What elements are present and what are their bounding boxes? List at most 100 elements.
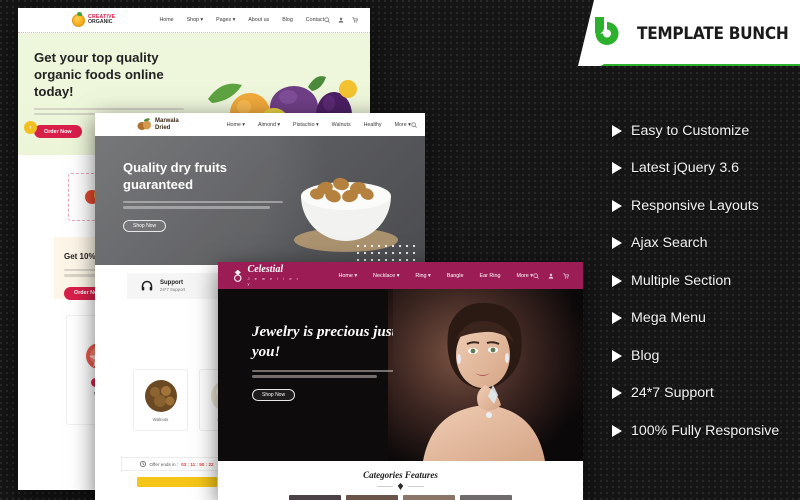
feature-item-2: Responsive Layouts	[612, 193, 800, 218]
organic-menu-item-5[interactable]: Contact	[306, 17, 324, 23]
feature-label-3: Ajax Search	[631, 235, 708, 251]
organic-order-now-button[interactable]: Order Now	[34, 125, 82, 139]
orange-fruit-icon	[72, 11, 85, 27]
cart-icon[interactable]	[563, 272, 569, 279]
feature-list: Easy to Customize Latest jQuery 3.6 Resp…	[612, 118, 800, 456]
dryfruits-promo-bar[interactable]	[137, 477, 217, 487]
category-thumb-2[interactable]	[403, 495, 455, 500]
arrow-right-triangle-icon	[612, 424, 622, 437]
nuts-icon	[137, 118, 151, 130]
cart-icon[interactable]	[352, 17, 359, 23]
jewellery-nav-icons[interactable]	[533, 272, 569, 279]
organic-menu-item-1[interactable]: Shop ▾	[187, 17, 204, 23]
dryfruits-hero-subtext	[123, 200, 283, 209]
dryfruits-logo-line1: Marwala	[155, 117, 179, 124]
organic-menu-item-3[interactable]: About us	[248, 17, 269, 23]
dryfruits-support-sub: 24*7 Support	[160, 287, 186, 292]
dryfruits-product-card-walnuts[interactable]: Walnuts	[133, 369, 188, 431]
arrow-right-triangle-icon	[612, 312, 622, 324]
template-bunch-logo-banner: TEMPLATE BUNCH	[578, 0, 800, 66]
search-icon[interactable]	[411, 121, 417, 128]
dryfruits-menu[interactable]: Home ▾ Almond ▾ Pistachio ▾ Walnuts Heal…	[227, 122, 411, 128]
arrow-right-triangle-icon	[612, 237, 622, 249]
user-icon[interactable]	[548, 273, 554, 279]
dryfruits-shop-now-button[interactable]: Shop Now	[123, 219, 167, 232]
user-icon[interactable]	[338, 17, 344, 23]
dryfruits-menu-item-2[interactable]: Pistachio ▾	[293, 122, 319, 128]
organic-menu-item-2[interactable]: Pages ▾	[216, 17, 235, 23]
screenshot-jewellery-template[interactable]: Celestial J e w e l l e r y Home ▾ Neckl…	[218, 262, 583, 500]
arrow-right-triangle-icon	[612, 199, 622, 212]
dryfruits-logo[interactable]: Marwala Dried	[137, 118, 179, 132]
dryfruits-timer-value: 03 : 11 : 50 : 22	[181, 461, 214, 467]
organic-hero-heading: Get your top quality organic foods onlin…	[34, 50, 164, 99]
diamond-icon	[397, 483, 404, 490]
category-thumb-0[interactable]	[289, 495, 341, 500]
jewellery-menu-item-3[interactable]: Bangle	[447, 273, 464, 279]
feature-item-6: Blog	[612, 343, 800, 368]
almond-bowl-image	[294, 177, 398, 252]
arrow-right-triangle-icon	[612, 124, 622, 137]
dryfruits-product-label-0: Walnuts	[152, 416, 169, 422]
jewellery-menu-item-5[interactable]: More ▾	[517, 273, 534, 279]
jewellery-category-thumbnails[interactable]	[289, 495, 512, 500]
headset-support-icon	[141, 280, 153, 291]
search-icon[interactable]	[324, 17, 330, 23]
organic-menu-item-4[interactable]: Blog	[282, 17, 293, 23]
jewellery-logo[interactable]: Celestial J e w e l l e r y	[232, 265, 300, 286]
feature-label-4: Multiple Section	[631, 272, 732, 289]
jewellery-navbar: Celestial J e w e l l e r y Home ▾ Neckl…	[218, 262, 583, 289]
category-thumb-3[interactable]	[460, 495, 512, 500]
dryfruits-support-text: Support 24*7 Support	[160, 280, 185, 292]
jewellery-logo-line2: J e w e l l e r y	[247, 276, 300, 286]
feature-label-6: Blog	[631, 347, 660, 364]
jewellery-menu-item-0[interactable]: Home ▾	[338, 273, 357, 279]
arrow-right-triangle-icon	[612, 162, 622, 174]
organic-navbar: CREATIVE ORGANIC Home Shop ▾ Pages ▾ Abo…	[18, 8, 370, 33]
template-bunch-logo-icon	[592, 15, 628, 51]
feature-item-1: Latest jQuery 3.6	[612, 156, 800, 181]
jewellery-menu[interactable]: Home ▾ Necklace ▾ Ring ▾ Bangle Ear Ring…	[338, 273, 533, 279]
feature-item-0: Easy to Customize	[612, 118, 800, 143]
feature-label-8: 100% Fully Responsive	[631, 422, 780, 439]
organic-logo[interactable]: CREATIVE ORGANIC	[72, 11, 115, 27]
jewellery-section-title: Categories Features	[363, 470, 438, 480]
dryfruits-menu-item-3[interactable]: Walnuts	[332, 122, 351, 128]
diamond-ring-icon	[234, 269, 242, 282]
organic-logo-line2: ORGANIC	[88, 19, 113, 25]
dryfruits-nav-icons[interactable]	[411, 121, 425, 128]
dryfruits-menu-item-0[interactable]: Home ▾	[227, 122, 245, 128]
organic-menu-item-0[interactable]: Home	[159, 17, 173, 23]
jewellery-menu-item-2[interactable]: Ring ▾	[415, 273, 430, 279]
feature-label-2: Responsive Layouts	[631, 197, 759, 214]
feature-label-5: Mega Menu	[631, 310, 706, 326]
organic-nav-icons[interactable]	[324, 17, 359, 23]
clock-icon	[140, 461, 147, 467]
search-icon[interactable]	[533, 272, 539, 279]
jewellery-menu-item-1[interactable]: Necklace ▾	[373, 273, 399, 279]
jewellery-categories-section: Categories Features	[218, 461, 583, 500]
jewellery-shop-now-button[interactable]: Shop Now	[252, 388, 296, 401]
dryfruits-menu-item-1[interactable]: Almond ▾	[258, 122, 280, 128]
category-thumb-1[interactable]	[346, 495, 398, 500]
jewellery-logo-line1: Celestial	[247, 264, 284, 275]
dryfruits-support-title: Support	[160, 280, 183, 286]
dryfruits-menu-item-5[interactable]: More ▾	[395, 122, 411, 128]
jewellery-hero: Jewelry is precious just like you! Shop …	[218, 289, 583, 461]
dryfruits-countdown-timer: Offer ends in : 03 : 11 : 50 : 22	[121, 457, 233, 471]
feature-item-7: 24*7 Support	[612, 381, 800, 406]
feature-label-7: 24*7 Support	[631, 385, 714, 401]
template-bunch-wordmark: TEMPLATE BUNCH	[637, 23, 789, 43]
model-portrait-image	[393, 289, 571, 461]
feature-label-1: Latest jQuery 3.6	[631, 160, 740, 176]
arrow-right-triangle-icon	[612, 274, 622, 287]
organic-logo-text: CREATIVE ORGANIC	[88, 14, 115, 25]
feature-item-3: Ajax Search	[612, 231, 800, 256]
feature-item-4: Multiple Section	[612, 268, 800, 293]
organic-menu[interactable]: Home Shop ▾ Pages ▾ About us Blog Contac…	[159, 17, 324, 23]
dryfruits-menu-item-4[interactable]: Healthy	[364, 122, 382, 128]
organic-carousel-prev[interactable]: ‹	[24, 121, 37, 134]
jewellery-logo-text: Celestial J e w e l l e r y	[247, 264, 301, 287]
dryfruits-hero: Quality dry fruits guaranteed Shop Now	[95, 136, 425, 265]
jewellery-menu-item-4[interactable]: Ear Ring	[480, 273, 501, 279]
